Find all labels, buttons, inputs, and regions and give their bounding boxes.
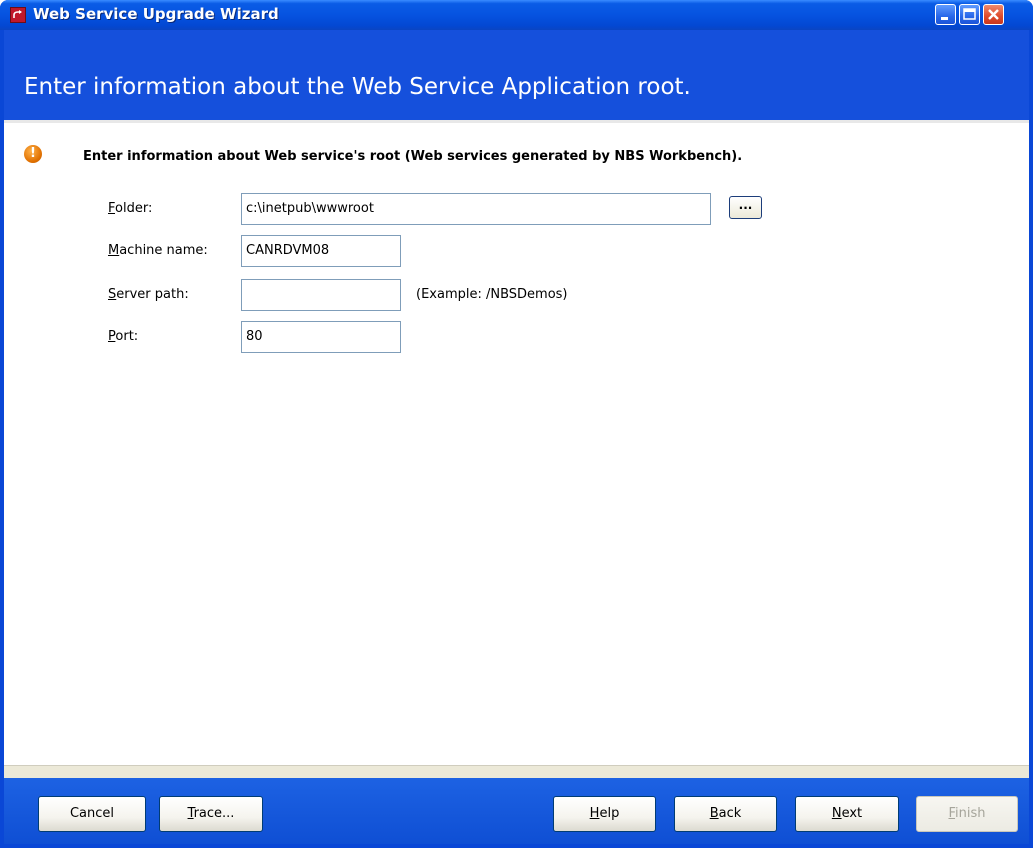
footer-divider <box>4 765 1029 778</box>
back-button[interactable]: Back <box>674 796 777 832</box>
folder-input[interactable]: c:\inetpub\wwwroot <box>241 193 711 225</box>
info-message: Enter information about Web service's ro… <box>83 149 743 164</box>
maximize-icon <box>963 8 976 20</box>
browse-button[interactable]: ... <box>729 196 762 219</box>
server-path-example: (Example: /NBSDemos) <box>416 287 568 302</box>
maximize-button[interactable] <box>959 4 980 25</box>
wizard-window: Web Service Upgrade Wizard Enter informa… <box>0 0 1033 848</box>
machine-name-label: Machine name: <box>108 243 208 258</box>
title-bar[interactable]: Web Service Upgrade Wizard <box>0 0 1033 30</box>
finish-button[interactable]: Finish <box>916 796 1018 832</box>
minimize-icon <box>941 17 948 20</box>
page-title: Enter information about the Web Service … <box>24 74 691 100</box>
trace-button[interactable]: Trace... <box>159 796 263 832</box>
window-title: Web Service Upgrade Wizard <box>33 5 279 23</box>
wizard-header: Enter information about the Web Service … <box>4 30 1029 120</box>
server-path-input[interactable] <box>241 279 401 311</box>
port-label: Port: <box>108 329 139 344</box>
close-button[interactable] <box>983 4 1004 25</box>
close-icon <box>988 9 999 20</box>
port-input[interactable]: 80 <box>241 321 401 353</box>
help-button[interactable]: Help <box>553 796 656 832</box>
info-icon: ! <box>24 145 42 163</box>
machine-name-input[interactable]: CANRDVM08 <box>241 235 401 267</box>
minimize-button[interactable] <box>935 4 956 25</box>
cancel-button[interactable]: Cancel <box>38 796 146 832</box>
app-icon <box>10 7 26 23</box>
folder-label: Folder: <box>108 201 153 216</box>
server-path-label: Server path: <box>108 287 189 302</box>
next-button[interactable]: Next <box>795 796 899 832</box>
